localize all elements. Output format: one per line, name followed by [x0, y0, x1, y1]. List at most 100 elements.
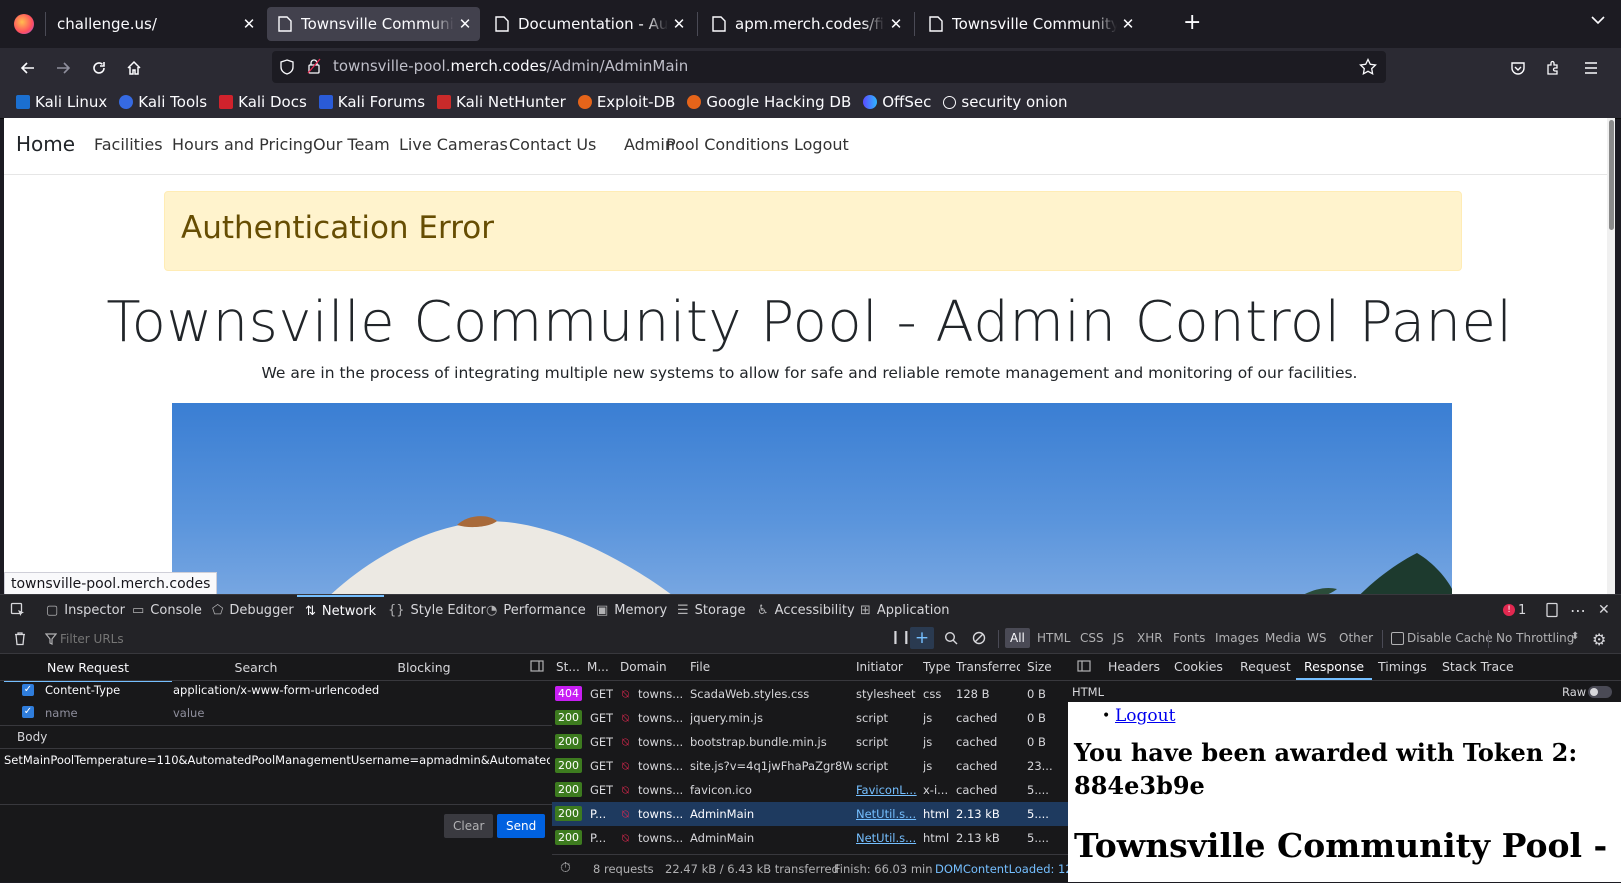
tab-cookies[interactable]: Cookies: [1174, 654, 1223, 680]
header-value-placeholder[interactable]: value: [173, 706, 204, 720]
col-method[interactable]: M...: [587, 654, 613, 680]
tab-request[interactable]: Request: [1240, 654, 1291, 680]
tab-style-editor[interactable]: {} Style Editor: [388, 595, 486, 625]
tab-new-request[interactable]: New Request: [4, 654, 172, 682]
nav-brand-home[interactable]: Home: [16, 132, 75, 156]
request-row[interactable]: 200 GET ⍉ towns... bootstrap.bundle.min.…: [552, 730, 1068, 754]
tab-townsville-active[interactable]: Townsville Community Pool ✕: [267, 7, 480, 41]
search-icon[interactable]: [944, 631, 958, 649]
close-devtools-icon[interactable]: ✕: [1598, 595, 1610, 625]
menu-hamburger-icon[interactable]: [1578, 55, 1604, 81]
logout-link[interactable]: Logout: [1115, 706, 1175, 726]
throttling-select[interactable]: No Throttling: [1496, 631, 1574, 645]
header-name-placeholder[interactable]: name: [45, 706, 78, 720]
scrollbar-thumb[interactable]: [1609, 120, 1614, 230]
new-tab-button[interactable]: +: [1183, 10, 1201, 35]
filter-xhr[interactable]: XHR: [1137, 631, 1163, 645]
tab-stack-trace[interactable]: Stack Trace: [1442, 654, 1514, 680]
filter-media[interactable]: Media: [1265, 631, 1301, 645]
initiator-link[interactable]: FaviconL...: [856, 778, 920, 802]
filter-fonts[interactable]: Fonts: [1173, 631, 1205, 645]
page-scrollbar[interactable]: [1607, 118, 1615, 594]
more-options-icon[interactable]: ⋯: [1570, 595, 1586, 625]
list-all-tabs-chevron-icon[interactable]: [1590, 13, 1606, 31]
toggle-panel-icon[interactable]: [1077, 660, 1091, 676]
settings-gear-icon[interactable]: ⚙: [1592, 630, 1606, 649]
bookmark-kali-linux[interactable]: Kali Linux: [16, 93, 107, 111]
request-row[interactable]: 200 P... ⍉ towns... AdminMain NetUtil.s.…: [552, 826, 1068, 850]
close-icon[interactable]: ✕: [1117, 15, 1139, 33]
col-transferred[interactable]: Transferred: [956, 654, 1020, 680]
nav-contact-us[interactable]: Contact Us: [509, 135, 596, 154]
tab-blocking[interactable]: Blocking: [340, 654, 508, 680]
bookmark-kali-tools[interactable]: Kali Tools: [119, 93, 207, 111]
firefox-icon[interactable]: [14, 14, 34, 34]
bookmark-exploit-db[interactable]: Exploit-DB: [577, 93, 675, 111]
tab-inspector[interactable]: ▢ Inspector: [46, 595, 125, 625]
request-row[interactable]: 200 GET ⍉ towns... jquery.min.js script …: [552, 706, 1068, 730]
nav-hours-pricing[interactable]: Hours and Pricing: [172, 135, 313, 154]
tab-application[interactable]: ⊞ Application: [860, 595, 950, 625]
close-icon[interactable]: ✕: [454, 15, 476, 33]
toggle-sidebar-icon[interactable]: [530, 660, 544, 676]
header-value[interactable]: application/x-www-form-urlencoded: [173, 683, 379, 697]
pause-icon[interactable]: ❙❙: [890, 630, 912, 645]
disable-cache-label[interactable]: Disable Cache: [1407, 631, 1493, 645]
request-body-textarea[interactable]: SetMainPoolTemperature=110&AutomatedPool…: [4, 753, 550, 767]
tab-memory[interactable]: ▣ Memory: [596, 595, 667, 625]
tab-storage[interactable]: ☰ Storage: [677, 595, 746, 625]
request-row[interactable]: 200 GET ⍉ towns... site.js?v=4q1jwFhaPaZ…: [552, 754, 1068, 778]
header-enabled-checkbox[interactable]: ✓: [22, 706, 34, 718]
nav-logout[interactable]: Logout: [794, 135, 849, 154]
tab-debugger[interactable]: ⬠ Debugger: [212, 595, 294, 625]
bookmark-security-onion[interactable]: security onion: [943, 93, 1068, 111]
col-domain[interactable]: Domain: [620, 654, 680, 680]
nav-facilities[interactable]: Facilities: [94, 135, 163, 154]
request-row-selected[interactable]: 200 P... ⍉ towns... AdminMain NetUtil.s.…: [552, 802, 1068, 826]
close-icon[interactable]: ✕: [668, 15, 690, 33]
throttling-chevron-icon[interactable]: ⬍: [1571, 631, 1579, 642]
tab-console[interactable]: ▭ Console: [132, 595, 202, 625]
bookmark-kali-nethunter[interactable]: Kali NetHunter: [437, 93, 566, 111]
col-status[interactable]: St...: [556, 654, 582, 680]
tab-documentation[interactable]: Documentation - AutomatedPool ✕: [484, 7, 694, 41]
tab-response[interactable]: Response: [1296, 654, 1373, 680]
col-initiator[interactable]: Initiator: [856, 654, 916, 680]
request-row[interactable]: 404 GET ⍉ towns... ScadaWeb.styles.css s…: [552, 682, 1068, 706]
tab-townsville-2[interactable]: Townsville Community Pool ✕: [918, 7, 1143, 41]
extensions-icon[interactable]: [1540, 55, 1566, 81]
bookmark-google-hacking-db[interactable]: Google Hacking DB: [687, 93, 851, 111]
filter-js[interactable]: JS: [1113, 631, 1124, 645]
reload-icon[interactable]: [86, 55, 112, 81]
error-count-badge[interactable]: ! 1: [1503, 595, 1526, 625]
tab-network[interactable]: ⇅ Network: [297, 595, 385, 625]
bookmark-star-icon[interactable]: [1359, 57, 1377, 80]
responsive-mode-icon[interactable]: [1545, 595, 1559, 625]
filter-images[interactable]: Images: [1215, 631, 1259, 645]
header-enabled-checkbox[interactable]: ✓: [22, 684, 34, 696]
nav-our-team[interactable]: Our Team: [313, 135, 390, 154]
col-size[interactable]: Size: [1027, 654, 1063, 680]
tracking-shield-icon[interactable]: [279, 59, 295, 79]
nav-live-cameras[interactable]: Live Cameras: [399, 135, 508, 154]
col-type[interactable]: Type: [923, 654, 953, 680]
tab-apm-files[interactable]: apm.merch.codes/files/38 ✕: [701, 7, 911, 41]
request-row[interactable]: 200 GET ⍉ towns... favicon.ico FaviconL.…: [552, 778, 1068, 802]
tab-challenge[interactable]: challenge.us/ ✕: [46, 7, 264, 41]
filter-urls-input[interactable]: [58, 629, 362, 649]
trash-icon[interactable]: [13, 631, 27, 650]
close-icon[interactable]: ✕: [238, 15, 260, 33]
initiator-link[interactable]: NetUtil.s...: [856, 802, 920, 826]
header-name[interactable]: Content-Type: [45, 683, 120, 697]
url-text[interactable]: townsville-pool.merch.codes/Admin/AdminM…: [333, 57, 688, 75]
element-picker-icon[interactable]: [10, 595, 26, 625]
close-icon[interactable]: ✕: [885, 15, 907, 33]
bookmark-kali-forums[interactable]: Kali Forums: [318, 93, 425, 111]
filter-other[interactable]: Other: [1339, 631, 1373, 645]
forward-icon[interactable]: [50, 55, 76, 81]
tab-timings[interactable]: Timings: [1378, 654, 1427, 680]
bookmark-offsec[interactable]: OffSec: [863, 93, 931, 111]
tab-headers[interactable]: Headers: [1108, 654, 1160, 680]
initiator-link[interactable]: NetUtil.s...: [856, 826, 920, 850]
clear-button[interactable]: Clear: [444, 814, 494, 838]
